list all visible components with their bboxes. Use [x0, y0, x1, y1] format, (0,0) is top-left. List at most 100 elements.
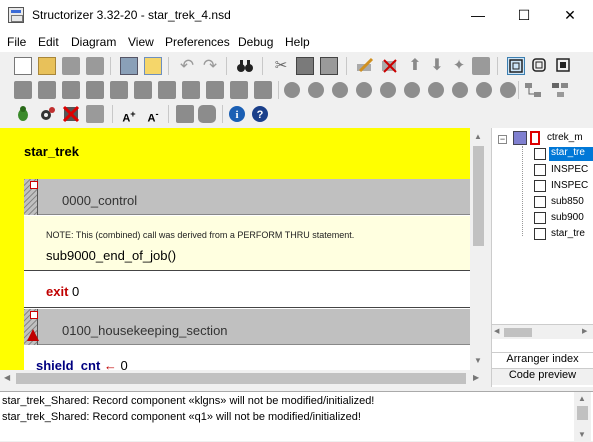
color-6-icon[interactable] [404, 82, 420, 98]
call-control-text: 0000_control [62, 193, 138, 208]
add-instruction-icon[interactable] [14, 81, 32, 99]
assign-arrow: ← [103, 358, 117, 370]
delete-element-icon[interactable] [381, 57, 399, 75]
call-block-end-of-job[interactable]: NOTE: This (combined) call was derived f… [24, 216, 470, 271]
info-icon[interactable]: i [228, 105, 246, 123]
print-icon[interactable] [120, 57, 138, 75]
add-alternative-icon[interactable] [38, 81, 56, 99]
diagram-vertical-scrollbar[interactable]: ▲ ▼ [470, 128, 487, 370]
tree-item-icon [534, 196, 546, 208]
maximize-button[interactable]: ☐ [501, 0, 547, 31]
arrange-icon[interactable] [524, 81, 542, 99]
exit-block[interactable]: exit 0 [24, 272, 470, 308]
binoculars-icon[interactable] [236, 57, 254, 75]
menu-help[interactable]: Help [285, 35, 310, 49]
tree-item-icon [534, 228, 546, 240]
menu-diagram[interactable]: Diagram [71, 35, 116, 49]
edit-comment-icon[interactable] [176, 105, 194, 123]
message-log: star_trek_Shared: Record component «klgn… [0, 391, 593, 442]
tree-item-1[interactable]: INSPEC [551, 164, 588, 175]
diagram-title-box[interactable]: star_trek [0, 128, 470, 179]
collapse-icon[interactable] [472, 57, 490, 75]
color-5-icon[interactable] [380, 82, 396, 98]
assign-value: 0 [120, 358, 128, 370]
assignment-block[interactable]: shield_cnt ← 0 [24, 346, 470, 370]
edit-element-icon[interactable] [356, 57, 374, 75]
add-repeat-icon[interactable] [134, 81, 152, 99]
tab-code-preview[interactable]: Code preview [492, 368, 593, 385]
font-down-icon[interactable]: A- [144, 105, 162, 125]
copy-icon[interactable] [296, 57, 314, 75]
diagram-title: star_trek [24, 144, 79, 159]
color-8-icon[interactable] [452, 82, 468, 98]
add-forever-icon[interactable] [158, 81, 176, 99]
add-jump-icon[interactable] [206, 81, 224, 99]
save-icon[interactable] [62, 57, 80, 75]
font-up-icon[interactable]: A+ [120, 105, 138, 125]
export-picture-icon[interactable] [144, 57, 162, 75]
minimize-button[interactable]: — [455, 0, 501, 31]
bug-icon[interactable] [14, 105, 32, 123]
exit-value: 0 [72, 284, 80, 299]
paste-icon[interactable] [320, 57, 338, 75]
move-down-icon[interactable]: ⬇ [428, 57, 446, 75]
tree-collapse-toggle[interactable]: − [498, 135, 507, 144]
subroutine-icon[interactable] [531, 57, 549, 75]
add-try-icon[interactable] [254, 81, 272, 99]
tree-root-label[interactable]: ctrek_m [547, 132, 583, 143]
menu-debug[interactable]: Debug [238, 35, 273, 49]
toolbar-row-2 [0, 78, 593, 102]
add-parallel-icon[interactable] [230, 81, 248, 99]
tree-item-3[interactable]: sub850 [551, 196, 584, 207]
tab-arranger-index[interactable]: Arranger index [492, 352, 593, 369]
menu-edit[interactable]: Edit [38, 35, 59, 49]
message-log-scrollbar[interactable]: ▲ ▼ [574, 392, 591, 442]
menu-file[interactable]: File [7, 35, 26, 49]
color-2-icon[interactable] [308, 82, 324, 98]
cut-icon[interactable]: ✂ [272, 57, 290, 75]
new-file-icon[interactable] [14, 57, 32, 75]
stop-icon[interactable] [62, 105, 80, 123]
tree-horizontal-scrollbar[interactable]: ◀ ▶ [492, 324, 593, 339]
call-block-control[interactable]: 0000_control [24, 179, 470, 215]
includable-icon[interactable] [555, 57, 573, 75]
color-10-icon[interactable] [500, 82, 516, 98]
color-3-icon[interactable] [332, 82, 348, 98]
transmute-icon[interactable]: ✦ [450, 57, 468, 75]
save-all-icon[interactable] [86, 57, 104, 75]
undo-icon[interactable]: ↶ [178, 57, 196, 75]
tree-item-5[interactable]: star_tre [551, 228, 585, 239]
diagram-canvas[interactable]: star_trek 0000_control NOTE: This (combi… [0, 128, 470, 370]
diagram-horizontal-scrollbar[interactable]: ◀ ▶ [0, 370, 487, 387]
puzzle-icon[interactable] [198, 105, 216, 123]
move-up-icon[interactable]: ⬆ [406, 57, 424, 75]
tree-item-2[interactable]: INSPEC [551, 180, 588, 191]
toolbar-row-3: A+ A- i ? [0, 102, 593, 126]
add-case-icon[interactable] [62, 81, 80, 99]
add-call-icon[interactable] [182, 81, 200, 99]
color-1-icon[interactable] [284, 82, 300, 98]
tree-item-0[interactable]: star_tre [549, 147, 593, 161]
gear-icon[interactable] [38, 105, 56, 123]
tree-item-4[interactable]: sub900 [551, 212, 584, 223]
main-program-icon[interactable] [507, 57, 525, 75]
add-for-icon[interactable] [86, 81, 104, 99]
open-folder-icon[interactable] [38, 57, 56, 75]
color-9-icon[interactable] [476, 82, 492, 98]
help-icon[interactable]: ? [251, 105, 269, 123]
arranger-icon[interactable] [551, 81, 569, 99]
exit-keyword: exit [46, 284, 69, 299]
color-7-icon[interactable] [428, 82, 444, 98]
message-line-1: star_trek_Shared: Record component «q1» … [2, 411, 361, 423]
add-while-icon[interactable] [110, 81, 128, 99]
redo-icon[interactable]: ↷ [201, 57, 219, 75]
call-block-housekeeping[interactable]: 0100_housekeeping_section [24, 309, 470, 345]
color-4-icon[interactable] [356, 82, 372, 98]
menu-preferences[interactable]: Preferences [165, 35, 230, 49]
title-bar: Structorizer 3.32-20 - star_trek_4.nsd —… [0, 0, 593, 31]
arranger-tree-panel: − ctrek_m star_tre INSPEC INSPEC sub850 … [491, 128, 593, 387]
turtle-icon[interactable] [86, 105, 104, 123]
menu-view[interactable]: View [128, 35, 154, 49]
close-button[interactable]: ✕ [547, 0, 593, 31]
window-title: Structorizer 3.32-20 - star_trek_4.nsd [32, 8, 231, 22]
